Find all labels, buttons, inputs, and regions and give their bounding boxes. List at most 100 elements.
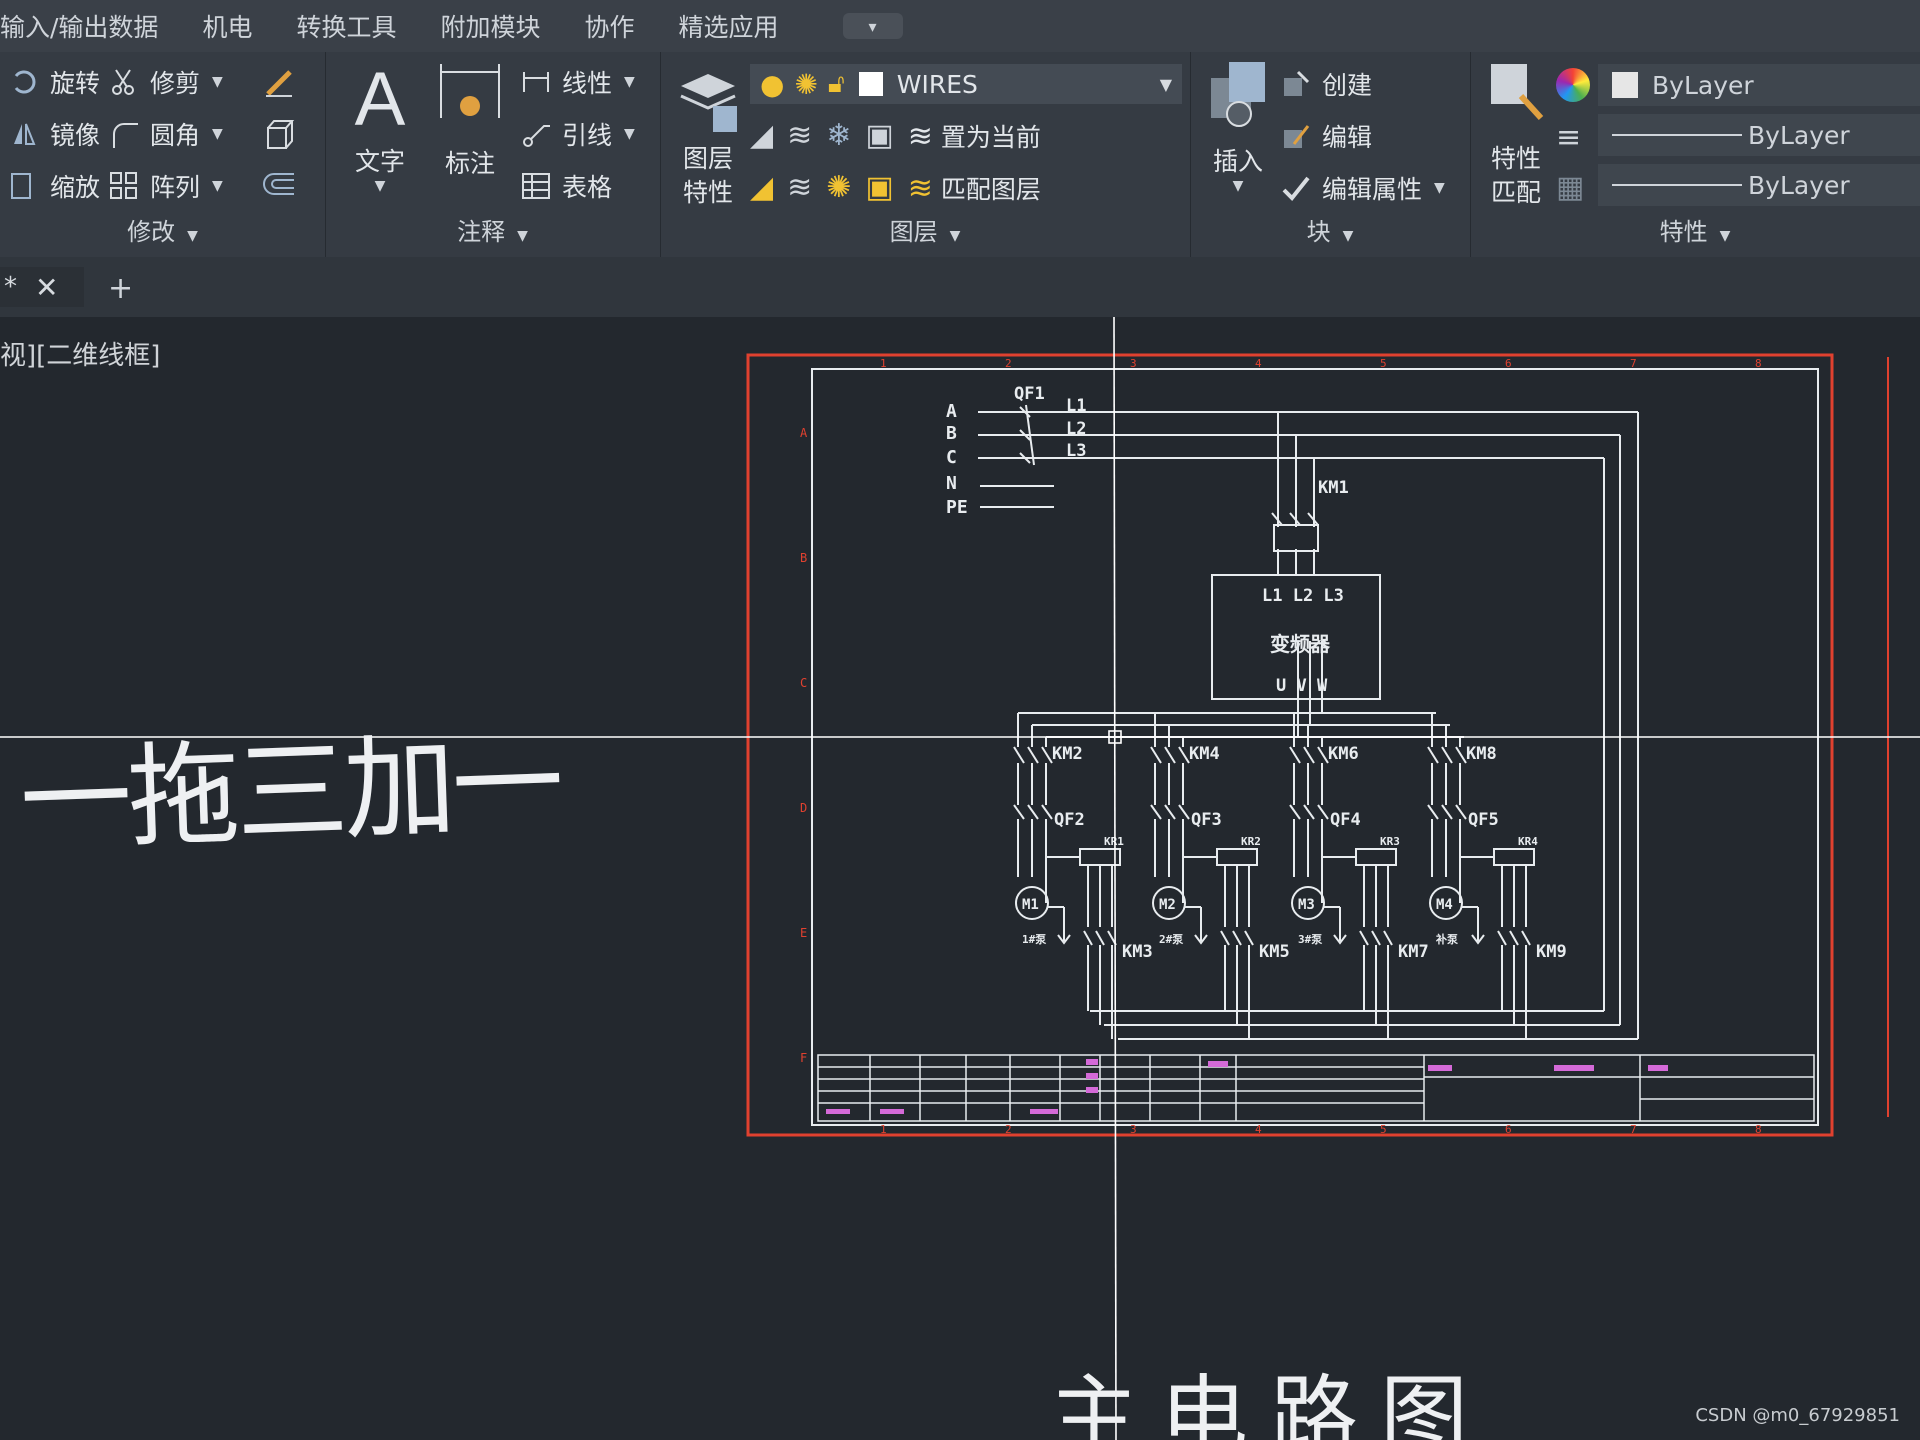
col-number-bottom-3: 3 — [1130, 1123, 1137, 1136]
color-wheel-icon[interactable] — [1556, 68, 1590, 102]
sheet-border-outer — [746, 353, 1834, 1137]
scale-icon — [11, 173, 31, 199]
col-number-top-4: 4 — [1255, 357, 1262, 370]
drawing-canvas[interactable]: 视][二维线框] ABCDEF 1122334455667788 A B C N… — [0, 317, 1920, 1440]
layer-isolate-icon[interactable]: ≋ — [787, 118, 812, 154]
relay-label: KR1 — [1104, 835, 1124, 848]
unlock-icon: 🔓︎ — [827, 68, 845, 99]
linetype-icon[interactable]: ≡ — [1556, 120, 1581, 155]
panel-title-annotation[interactable]: 注释 ▼ — [325, 215, 660, 249]
tab-drawing[interactable]: * ✕ — [0, 267, 84, 307]
motor-label: M3 — [1298, 897, 1315, 913]
offset-icon[interactable] — [262, 168, 298, 204]
menu-bar: 输入/输出数据 机电 转换工具 附加模块 协作 精选应用 ▾ — [0, 0, 1920, 52]
contactor-km1-label: KM1 — [1318, 478, 1349, 498]
layer-stack-icon — [680, 74, 737, 132]
pump-label: 2#泵 — [1159, 933, 1183, 946]
rotate-button[interactable]: 旋转 — [8, 64, 100, 100]
menu-item-collaborate[interactable]: 协作 — [584, 8, 634, 44]
plus-icon: + — [108, 271, 134, 306]
trim-button[interactable]: 修剪 ▼ — [108, 64, 223, 100]
col-number-bottom-7: 7 — [1630, 1123, 1637, 1136]
panel-title-properties[interactable]: 特性 ▼ — [1470, 215, 1920, 249]
close-icon[interactable]: ✕ — [35, 271, 58, 304]
scissors-icon — [112, 69, 134, 95]
row-letter-marks: A B C D E F — [800, 426, 808, 1065]
line-labels: L1 L2L3 — [1066, 396, 1086, 461]
layer-lock-icon[interactable]: ▣ — [865, 118, 893, 154]
col-number-top-2: 2 — [1005, 357, 1012, 370]
leader-button[interactable]: 引线 ▼ — [520, 116, 635, 152]
fillet-button[interactable]: 圆角 ▼ — [108, 116, 223, 152]
layer-on-icon[interactable]: ◢ — [750, 170, 773, 206]
breaker-label: QF2 — [1054, 810, 1085, 830]
contactor-label: KM8 — [1466, 744, 1497, 764]
chevron-down-icon: ▼ — [517, 228, 528, 244]
menu-item-convert-tools[interactable]: 转换工具 — [296, 8, 396, 44]
row-letter-C: C — [800, 676, 807, 690]
chevron-down-icon: ▼ — [949, 228, 961, 244]
menu-item-addons[interactable]: 附加模块 — [440, 8, 540, 44]
edit-attributes-button[interactable]: 编辑属性 ▼ — [1280, 170, 1445, 206]
leader-icon — [523, 125, 550, 147]
insert-block-icon — [1211, 62, 1265, 127]
motor-branches: KM2 QF2 KR1 M1 1#泵 KM3 KM4 QF3 KR2 M2 2#泵 KM5 KM6 QF4… — [1013, 713, 1567, 1039]
layers-icon: ≋ — [907, 170, 933, 206]
scale-button[interactable]: 缩放 — [8, 168, 100, 204]
panel-title-block[interactable]: 块 ▼ — [1190, 215, 1470, 249]
edit-block-button[interactable]: 编辑 — [1280, 118, 1372, 154]
erase-icon[interactable] — [262, 64, 298, 100]
phase-label-A: A — [946, 401, 957, 422]
phase-label-C: C — [946, 447, 957, 468]
workspace-dropdown[interactable]: ▾ — [842, 13, 903, 39]
vfd-output-labels: U V W — [1276, 676, 1328, 696]
table-button[interactable]: 表格 — [520, 168, 612, 204]
chevron-down-icon: ▼ — [1719, 228, 1731, 244]
match-layer-button[interactable]: ≋ 匹配图层 — [908, 170, 1041, 206]
lineweight-dropdown[interactable]: ByLayer — [1598, 164, 1920, 206]
layer-tools-row-2: ◢ ≋ ✺ ▣ ≋ 匹配图层 — [750, 170, 1041, 206]
relay-label: KR4 — [1518, 835, 1538, 848]
text-button[interactable]: A 文字 ▼ — [345, 58, 415, 195]
layer-properties-button[interactable]: 图层 特性 — [668, 56, 748, 210]
create-block-button[interactable]: 创建 — [1280, 66, 1372, 102]
lineweight-icon[interactable]: ▦ — [1556, 170, 1584, 205]
layer-unlock-icon[interactable]: ▣ — [865, 170, 893, 206]
dimension-button[interactable]: 标注 — [430, 58, 510, 180]
layer-dropdown[interactable]: ● ✺ 🔓︎ WIRES ▼ — [750, 64, 1182, 104]
schematic-drawing: ABCDEF 1122334455667788 ABCNPE QF1 L1L2L… — [0, 317, 1920, 1440]
color-dropdown[interactable]: ByLayer — [1598, 64, 1920, 106]
new-tab-button[interactable]: + — [108, 271, 133, 306]
linear-button[interactable]: 线性 ▼ — [520, 64, 635, 100]
insert-button[interactable]: 插入 ▼ — [1198, 56, 1278, 194]
panel-properties: 特性 匹配 ≡ ▦ ByLayer ByLayer ByLayer 特性 ▼ — [1470, 52, 1920, 257]
branch-labels-1: KM2 QF2 KR1 M1 1#泵 KM3 — [1022, 744, 1153, 962]
layer-off-icon[interactable]: ◢ — [750, 118, 773, 154]
array-button[interactable]: 阵列 ▼ — [108, 168, 223, 204]
row-letter-E: E — [800, 926, 807, 940]
layer-unisolate-icon[interactable]: ≋ — [787, 170, 812, 206]
chevron-down-icon: ▼ — [1434, 180, 1445, 196]
linetype-dropdown[interactable]: ByLayer — [1598, 114, 1920, 156]
panel-title-layers[interactable]: 图层 ▼ — [660, 215, 1190, 249]
layer-freeze-icon[interactable]: ❄ — [826, 118, 851, 154]
box-3d-icon[interactable] — [262, 116, 298, 152]
chevron-down-icon: ▼ — [374, 178, 386, 194]
chevron-down-icon: ▼ — [624, 126, 635, 142]
menu-item-electromechanical[interactable]: 机电 — [202, 8, 252, 44]
phase-labels: ABCN PE — [946, 401, 968, 518]
col-number-bottom-4: 4 — [1255, 1123, 1262, 1136]
panel-modify: 旋转 修剪 ▼ 镜像 圆角 ▼ 缩放 阵列 ▼ 修改 ▼ — [0, 52, 326, 257]
menu-item-io[interactable]: 输入/输出数据 — [0, 8, 158, 44]
mirror-button[interactable]: 镜像 — [8, 116, 100, 152]
set-current-button[interactable]: ≋ 置为当前 — [908, 118, 1041, 154]
contactor-label: KM6 — [1328, 744, 1359, 764]
col-number-top-1: 1 — [880, 357, 887, 370]
layer-thaw-icon[interactable]: ✺ — [826, 170, 851, 206]
col-number-bottom-1: 1 — [880, 1123, 887, 1136]
sun-icon: ✺ — [794, 67, 818, 101]
panel-title-modify[interactable]: 修改 ▼ — [0, 215, 325, 249]
match-properties-button[interactable]: 特性 匹配 — [1476, 56, 1556, 210]
col-number-top-5: 5 — [1380, 357, 1387, 370]
menu-item-featured-apps[interactable]: 精选应用 — [679, 8, 779, 44]
